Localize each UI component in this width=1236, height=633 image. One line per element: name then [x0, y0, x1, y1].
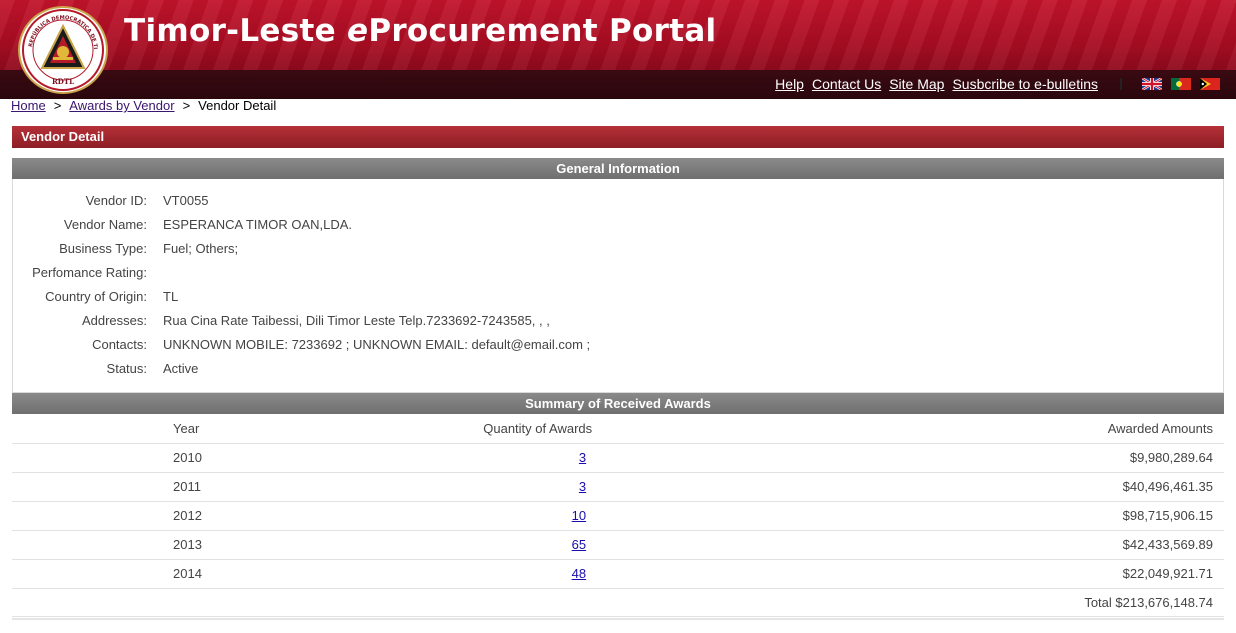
info-row-business-type: Business Type: Fuel; Others; — [13, 241, 1213, 261]
title-part: Timor-Leste — [124, 13, 347, 49]
info-row-vendor-id: Vendor ID: VT0055 — [13, 193, 1213, 213]
table-row: 2014 48 $22,049,921.71 — [12, 559, 1224, 588]
table-row: 2011 3 $40,496,461.35 — [12, 472, 1224, 501]
amount-column-header: Awarded Amounts — [1107, 420, 1213, 436]
amount-cell: $40,496,461.35 — [1122, 479, 1213, 494]
rdtl-emblem-logo[interactable]: REPÚBLICA DEMOCRÁTICA DE TIMOR-LESTE RDT… — [17, 4, 108, 94]
total-row: Total $213,676,148.74 — [12, 588, 1224, 616]
year-cell: 2011 — [173, 479, 201, 494]
nav-separator — [1120, 78, 1122, 90]
info-label: Business Type: — [59, 241, 147, 256]
info-value: VT0055 — [163, 193, 209, 208]
svg-text:RDTL: RDTL — [52, 77, 74, 86]
info-row-status: Status: Active — [13, 361, 1213, 381]
year-cell: 2010 — [173, 450, 202, 465]
info-label: Country of Origin: — [45, 289, 147, 304]
info-label: Perfomance Rating: — [32, 265, 147, 280]
breadcrumb-current: Vendor Detail — [198, 98, 277, 113]
info-label: Vendor Name: — [63, 217, 147, 232]
info-row-contacts: Contacts: UNKNOWN MOBILE: 7233692 ; UNKN… — [13, 337, 1213, 357]
breadcrumb-home[interactable]: Home — [11, 98, 46, 113]
breadcrumb: Home > Awards by Vendor > Vendor Detail — [11, 98, 276, 113]
portugal-flag-icon[interactable] — [1171, 78, 1191, 90]
timor-leste-flag-icon[interactable] — [1200, 78, 1220, 90]
summary-of-awards-header: Summary of Received Awards — [12, 393, 1224, 414]
info-value: UNKNOWN MOBILE: 7233692 ; UNKNOWN EMAIL:… — [163, 337, 591, 352]
language-flags — [1142, 78, 1220, 90]
info-value: Fuel; Others; — [163, 241, 239, 256]
table-row: 2013 65 $42,433,569.89 — [12, 530, 1224, 559]
bottom-divider — [12, 618, 1224, 620]
title-part-2: Procurement Portal — [368, 13, 717, 49]
info-value: ESPERANCA TIMOR OAN,LDA. — [163, 217, 353, 232]
info-label: Vendor ID: — [85, 193, 147, 208]
award-quantity-link[interactable]: 10 — [572, 508, 586, 523]
table-header-row: Year Quantity of Awards Awarded Amounts — [12, 414, 1224, 443]
table-row: 2010 3 $9,980,289.64 — [12, 443, 1224, 472]
info-row-vendor-name: Vendor Name: ESPERANCA TIMOR OAN,LDA. — [13, 217, 1213, 237]
award-quantity-link[interactable]: 65 — [572, 537, 586, 552]
contact-us-link[interactable]: Contact Us — [812, 76, 881, 92]
year-column-header: Year — [173, 420, 200, 436]
breadcrumb-separator: > — [182, 98, 191, 113]
total-amount: Total $213,676,148.74 — [1084, 594, 1213, 610]
award-quantity-link[interactable]: 3 — [579, 479, 586, 494]
amount-cell: $98,715,906.15 — [1122, 508, 1213, 523]
general-information-panel: Vendor ID: VT0055 Vendor Name: ESPERANCA… — [12, 179, 1224, 393]
info-row-performance-rating: Perfomance Rating: — [13, 265, 1213, 285]
breadcrumb-separator: > — [53, 98, 62, 113]
breadcrumb-awards-by-vendor[interactable]: Awards by Vendor — [69, 98, 174, 113]
site-header: REPÚBLICA DEMOCRÁTICA DE TIMOR-LESTE RDT… — [0, 0, 1236, 99]
amount-cell: $22,049,921.71 — [1122, 566, 1213, 581]
general-information-header: General Information — [12, 158, 1224, 179]
site-map-link[interactable]: Site Map — [889, 76, 944, 92]
amount-cell: $9,980,289.64 — [1129, 450, 1213, 465]
quantity-column-header: Quantity of Awards — [483, 420, 593, 436]
info-row-addresses: Addresses: Rua Cina Rate Taibessi, Dili … — [13, 313, 1213, 333]
info-label: Status: — [106, 361, 147, 376]
info-row-country-of-origin: Country of Origin: TL — [13, 289, 1213, 309]
year-cell: 2014 — [173, 566, 202, 581]
portal-title: Timor-Leste eProcurement Portal — [124, 13, 716, 49]
subscribe-link[interactable]: Susbcribe to e-bulletins — [952, 76, 1098, 92]
top-nav-links: Help Contact Us Site Map Susbcribe to e-… — [775, 76, 1098, 92]
awards-summary-table: Year Quantity of Awards Awarded Amounts … — [12, 414, 1224, 617]
info-value: Active — [163, 361, 199, 376]
info-value: TL — [163, 289, 179, 304]
award-quantity-link[interactable]: 48 — [572, 566, 586, 581]
title-e: e — [347, 13, 369, 49]
table-row: 2012 10 $98,715,906.15 — [12, 501, 1224, 530]
uk-flag-icon[interactable] — [1142, 78, 1162, 90]
year-cell: 2013 — [173, 537, 202, 552]
info-label: Contacts: — [92, 337, 147, 352]
year-cell: 2012 — [173, 508, 202, 523]
info-label: Addresses: — [81, 313, 147, 328]
help-link[interactable]: Help — [775, 76, 804, 92]
vendor-detail-title-bar: Vendor Detail — [12, 126, 1224, 148]
emblem-icon: REPÚBLICA DEMOCRÁTICA DE TIMOR-LESTE RDT… — [17, 4, 104, 91]
amount-cell: $42,433,569.89 — [1122, 537, 1213, 552]
award-quantity-link[interactable]: 3 — [579, 450, 586, 465]
info-value: Rua Cina Rate Taibessi, Dili Timor Leste… — [163, 313, 550, 328]
